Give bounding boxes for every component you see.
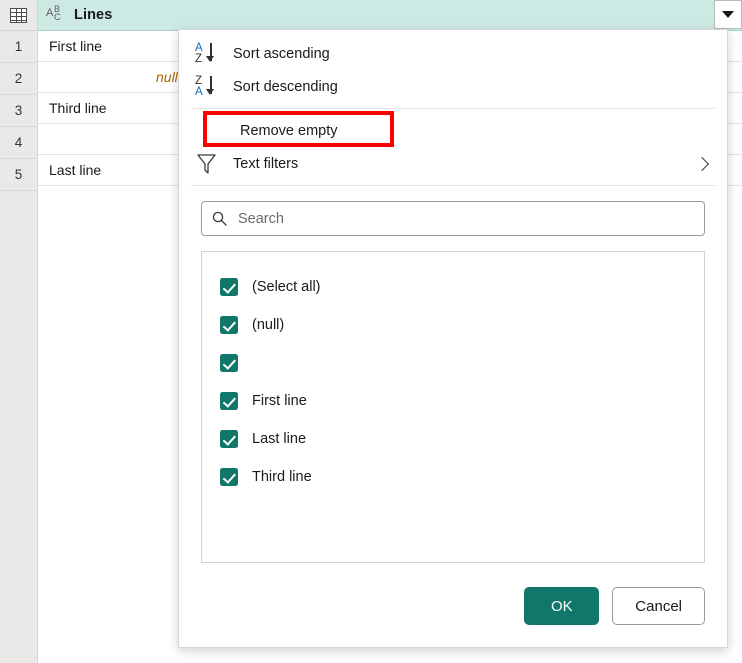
list-item[interactable]: Third line <box>202 458 704 496</box>
checkbox-third-line[interactable] <box>220 468 238 486</box>
abc-icon-letter-a: A <box>46 7 54 19</box>
filter-panel-footer: OK Cancel <box>524 587 705 625</box>
table-grid-icon <box>10 7 27 23</box>
menu-item-label: Sort descending <box>233 78 338 95</box>
sort-arrow-down-icon <box>206 75 214 95</box>
menu-divider <box>191 185 715 186</box>
checkbox-null[interactable] <box>220 316 238 334</box>
menu-divider <box>191 108 715 109</box>
search-input[interactable] <box>236 209 694 228</box>
search-magnifier-icon <box>212 211 227 226</box>
filter-value-listbox[interactable]: (Select all) (null) First line Last line… <box>201 251 705 563</box>
menu-item-label: Text filters <box>233 155 299 172</box>
list-item-label: (Select all) <box>252 279 321 295</box>
checkbox-last-line[interactable] <box>220 430 238 448</box>
row-number[interactable]: 1 <box>0 31 37 63</box>
cell-value: First line <box>49 38 102 54</box>
filter-search-area <box>201 201 705 236</box>
column-header-lines[interactable]: A B C Lines <box>38 0 742 31</box>
column-filter-dropdown-button[interactable] <box>714 0 742 29</box>
cell-null-marker: null <box>156 69 178 85</box>
row-number[interactable]: 3 <box>0 95 37 127</box>
list-item-label: Last line <box>252 431 307 447</box>
list-item[interactable]: (Select all) <box>202 268 704 306</box>
chevron-right-icon <box>694 156 710 171</box>
ok-button[interactable]: OK <box>524 587 600 625</box>
checkbox-first-line[interactable] <box>220 392 238 410</box>
list-item[interactable] <box>202 344 704 382</box>
checkbox-blank[interactable] <box>220 354 238 372</box>
row-number[interactable]: 2 <box>0 63 37 95</box>
checkbox-select-all[interactable] <box>220 278 238 296</box>
sort-descending-za-icon: Z A <box>194 75 222 99</box>
column-filter-dropdown-panel: A Z Sort ascending Z A Sort descending R… <box>178 29 728 648</box>
select-all-table-corner[interactable] <box>0 0 38 31</box>
sort-arrow-down-icon <box>206 42 214 62</box>
sort-icon-bottom-letter: Z <box>195 52 203 65</box>
menu-item-label: Sort ascending <box>233 45 330 62</box>
abc-icon-letter-c: C <box>54 12 61 22</box>
menu-item-sort-descending[interactable]: Z A Sort descending <box>179 70 727 103</box>
menu-item-remove-empty[interactable]: Remove empty <box>179 111 727 147</box>
sort-icon-bottom-letter: A <box>195 85 203 98</box>
row-number[interactable]: 5 <box>0 159 37 191</box>
row-number-column: 1 2 3 4 5 <box>0 31 38 663</box>
grid-header-row: A B C Lines <box>0 0 742 31</box>
cancel-button[interactable]: Cancel <box>612 587 705 625</box>
list-item-label: Third line <box>252 469 312 485</box>
column-header-label: Lines <box>74 7 113 23</box>
row-number[interactable]: 4 <box>0 127 37 159</box>
search-box[interactable] <box>201 201 705 236</box>
list-item-label: First line <box>252 393 307 409</box>
menu-item-text-filters[interactable]: Text filters <box>179 147 727 180</box>
list-item[interactable]: Last line <box>202 420 704 458</box>
menu-item-label: Remove empty <box>240 122 338 139</box>
abc-text-type-icon: A B C <box>46 5 68 25</box>
list-item[interactable]: (null) <box>202 306 704 344</box>
funnel-filter-icon <box>194 152 222 176</box>
list-item-label: (null) <box>252 317 285 333</box>
menu-item-sort-ascending[interactable]: A Z Sort ascending <box>179 37 727 70</box>
filter-menu-list: A Z Sort ascending Z A Sort descending R… <box>179 30 727 186</box>
cell-value: Third line <box>49 100 107 116</box>
sort-ascending-az-icon: A Z <box>194 42 222 66</box>
cell-value: Last line <box>49 162 102 178</box>
list-item[interactable]: First line <box>202 382 704 420</box>
caret-down-icon <box>722 11 734 18</box>
